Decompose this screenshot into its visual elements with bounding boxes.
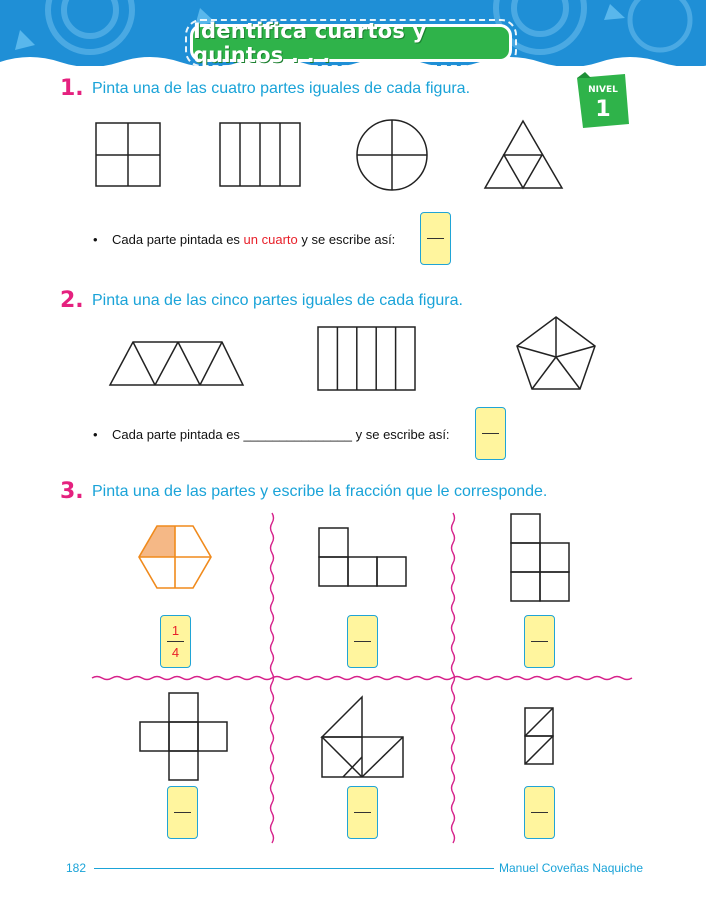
fraction-bar <box>167 641 184 642</box>
stacked-squares-diagonals-figure[interactable] <box>524 707 554 765</box>
answer-box-cross-shape[interactable] <box>167 786 198 839</box>
answer-box-boat-shape[interactable] <box>347 786 378 839</box>
answer-box-stacked-squares[interactable] <box>524 786 555 839</box>
fraction-denominator: 4 <box>171 645 180 660</box>
stepped-shape-fifths-figure[interactable] <box>510 513 570 602</box>
cross-shape-fifths-figure[interactable] <box>139 692 228 781</box>
fraction-bar <box>174 812 191 813</box>
hexagon-quarters-figure[interactable] <box>138 525 212 589</box>
answer-box-stepped-shape[interactable] <box>524 615 555 668</box>
fraction-numerator: 1 <box>171 623 180 638</box>
fraction-bar <box>354 641 371 642</box>
fraction-bar <box>531 641 548 642</box>
fraction-bar <box>531 812 548 813</box>
boat-triangles-figure[interactable] <box>320 695 404 778</box>
footer-rule <box>94 868 494 869</box>
answer-box-hexagon[interactable]: 1 4 <box>160 615 191 668</box>
fraction-bar <box>354 812 371 813</box>
page-number: 182 <box>66 861 87 875</box>
answer-box-l-shape[interactable] <box>347 615 378 668</box>
l-shape-quarters-figure[interactable] <box>318 527 407 587</box>
footer-author: Manuel Coveñas Naquiche <box>499 861 644 875</box>
exercise-3-figures <box>138 513 570 781</box>
